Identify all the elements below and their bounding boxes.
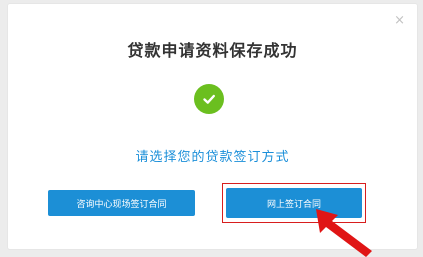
dialog-title: 贷款申请资料保存成功 — [127, 41, 298, 60]
onsite-signing-button[interactable]: 咨询中心现场签订合同 — [48, 190, 195, 216]
close-icon[interactable]: × — [394, 14, 405, 27]
red-arrow-icon — [316, 209, 372, 257]
signing-method-prompt: 请选择您的贷款签订方式 — [135, 150, 290, 165]
check-circle-icon — [194, 84, 224, 114]
